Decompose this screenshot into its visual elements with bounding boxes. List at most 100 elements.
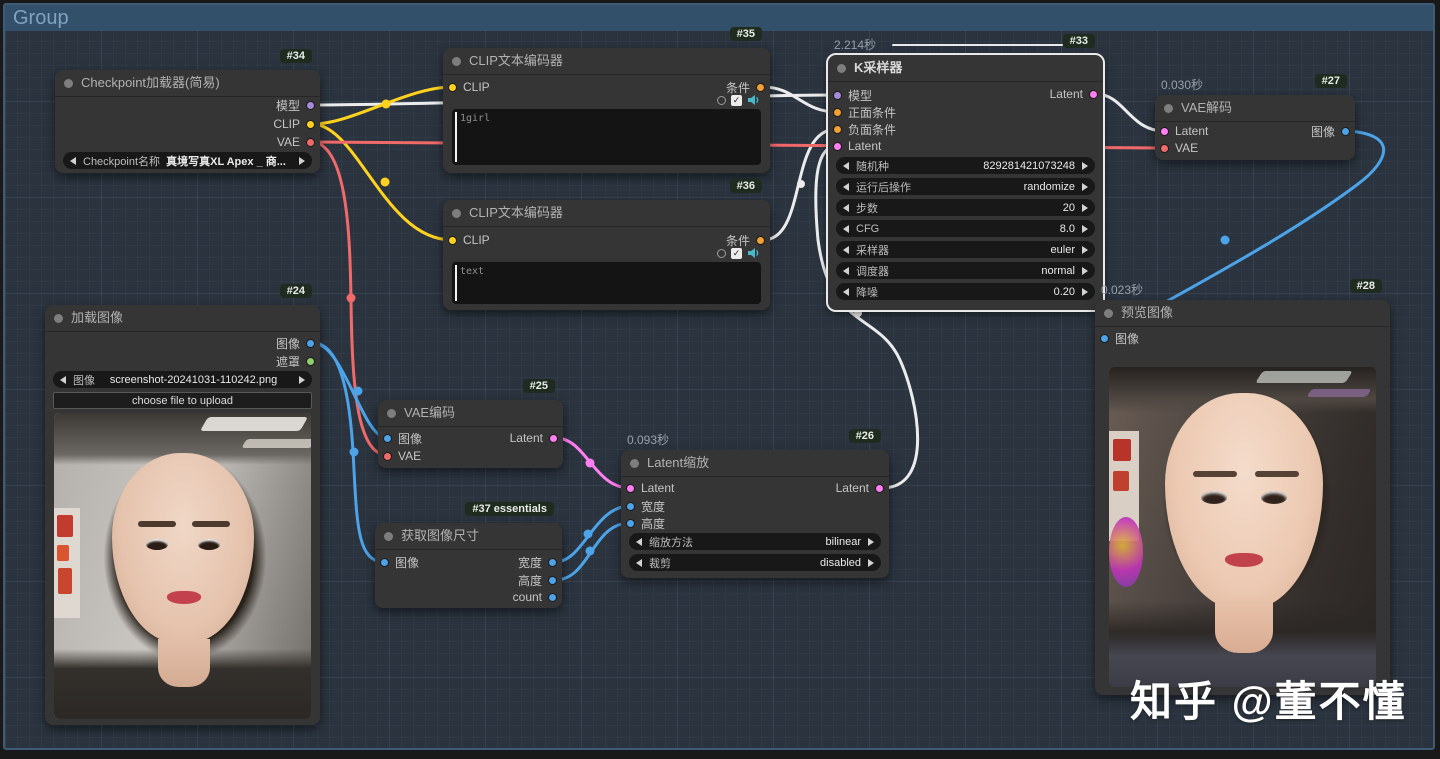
output-port-vae[interactable]: VAE	[277, 135, 315, 149]
denoise-widget[interactable]: 降噪 0.20	[836, 283, 1095, 300]
node-title[interactable]: 获取图像尺寸	[375, 523, 562, 550]
node-ksampler[interactable]: #33 2.214秒 K采样器 模型 正面条件 负面条件 Latent Late…	[826, 34, 1105, 312]
port-dot-conditioning[interactable]	[756, 235, 765, 245]
port-dot-conditioning[interactable]	[833, 107, 842, 117]
port-dot-image[interactable]	[380, 557, 389, 567]
port-dot-int[interactable]	[548, 557, 557, 567]
prompt-textarea[interactable]: text	[452, 262, 761, 304]
port-dot-vae[interactable]	[1160, 143, 1169, 153]
input-port-latent[interactable]: Latent	[626, 481, 674, 495]
node-title[interactable]: Checkpoint加载器(简易)	[55, 70, 320, 97]
node-load-image[interactable]: #24 加载图像 图像 遮罩 图像 screenshot-20241031-11…	[45, 284, 320, 725]
node-title[interactable]: Latent缩放	[621, 450, 889, 477]
input-port-image[interactable]: 图像	[383, 431, 422, 446]
port-dot-clip[interactable]	[306, 119, 315, 129]
decrement-arrow-icon[interactable]	[843, 161, 849, 170]
input-port-positive[interactable]: 正面条件	[833, 105, 896, 120]
port-dot-int[interactable]	[626, 501, 635, 511]
output-port-image[interactable]: 图像	[276, 336, 315, 351]
decrement-arrow-icon[interactable]	[70, 156, 76, 165]
collapse-dot-icon[interactable]	[630, 459, 639, 468]
increment-arrow-icon[interactable]	[1082, 182, 1088, 191]
port-dot-int[interactable]	[626, 518, 635, 528]
port-dot-model[interactable]	[306, 100, 315, 110]
node-title[interactable]: 预览图像	[1095, 300, 1390, 327]
node-graph-canvas[interactable]: Group #34 Checkpoint加载器(简易) 模型 CLIP VAE …	[0, 0, 1440, 759]
upscale-method-widget[interactable]: 缩放方法 bilinear	[629, 533, 881, 550]
increment-arrow-icon[interactable]	[299, 156, 305, 165]
node-preview-image[interactable]: #28 0.023秒 预览图像 图像	[1095, 279, 1390, 695]
output-port-latent[interactable]: Latent	[1050, 87, 1098, 101]
port-dot-image[interactable]	[306, 338, 315, 348]
node-vae-decode[interactable]: #27 0.030秒 VAE解码 Latent VAE 图像	[1155, 74, 1355, 160]
collapse-dot-icon[interactable]	[64, 79, 73, 88]
checkpoint-name-widget[interactable]: Checkpoint名称 真境写真XL Apex _ 商...	[63, 152, 312, 169]
collapse-dot-icon[interactable]	[384, 532, 393, 541]
collapse-dot-icon[interactable]	[1164, 104, 1173, 113]
port-dot-conditioning[interactable]	[833, 124, 842, 134]
speaker-icon[interactable]	[747, 94, 760, 106]
node-clip-encode-negative[interactable]: #36 CLIP文本编码器 CLIP 条件 ✓ text	[443, 179, 770, 310]
input-port-vae[interactable]: VAE	[383, 449, 421, 463]
increment-arrow-icon[interactable]	[1082, 203, 1088, 212]
port-dot-vae[interactable]	[306, 137, 315, 147]
port-dot-latent[interactable]	[1089, 89, 1098, 99]
output-port-latent[interactable]: Latent	[836, 481, 884, 495]
radio-icon[interactable]	[717, 95, 726, 105]
port-dot-int[interactable]	[548, 592, 557, 602]
increment-arrow-icon[interactable]	[868, 537, 874, 546]
collapse-dot-icon[interactable]	[452, 209, 461, 218]
decrement-arrow-icon[interactable]	[636, 558, 642, 567]
increment-arrow-icon[interactable]	[1082, 224, 1088, 233]
seed-widget[interactable]: 随机种 829281421073248	[836, 157, 1095, 174]
port-dot-vae[interactable]	[383, 451, 392, 461]
control-after-generate-widget[interactable]: 运行后操作 randomize	[836, 178, 1095, 195]
input-port-clip[interactable]: CLIP	[448, 233, 490, 247]
port-dot-mask[interactable]	[306, 356, 315, 366]
increment-arrow-icon[interactable]	[1082, 266, 1088, 275]
checkbox-checked-icon[interactable]: ✓	[731, 94, 742, 106]
output-port-model[interactable]: 模型	[276, 98, 315, 113]
collapse-dot-icon[interactable]	[54, 314, 63, 323]
node-get-image-size[interactable]: #37 essentials 获取图像尺寸 图像 宽度 高度 count	[375, 502, 562, 608]
output-port-latent[interactable]: Latent	[510, 431, 558, 445]
node-clip-encode-positive[interactable]: #35 CLIP文本编码器 CLIP 条件 ✓ 1girl	[443, 27, 770, 173]
output-port-count[interactable]: count	[513, 590, 557, 604]
port-dot-latent[interactable]	[549, 433, 558, 443]
decrement-arrow-icon[interactable]	[843, 224, 849, 233]
decrement-arrow-icon[interactable]	[60, 375, 66, 384]
translate-toolbar[interactable]: ✓	[717, 247, 760, 259]
input-port-image[interactable]: 图像	[380, 555, 419, 570]
port-dot-conditioning[interactable]	[756, 82, 765, 92]
node-checkpoint-loader[interactable]: #34 Checkpoint加载器(简易) 模型 CLIP VAE Checkp…	[55, 49, 320, 173]
port-dot-image[interactable]	[383, 433, 392, 443]
speaker-icon[interactable]	[747, 247, 760, 259]
node-title[interactable]: K采样器	[828, 55, 1103, 82]
output-port-conditioning[interactable]: 条件	[726, 233, 765, 248]
steps-widget[interactable]: 步数 20	[836, 199, 1095, 216]
port-dot-image[interactable]	[1100, 333, 1109, 343]
decrement-arrow-icon[interactable]	[843, 266, 849, 275]
input-port-latent[interactable]: Latent	[1160, 124, 1208, 138]
increment-arrow-icon[interactable]	[868, 558, 874, 567]
crop-widget[interactable]: 裁剪 disabled	[629, 554, 881, 571]
translate-toolbar[interactable]: ✓	[717, 94, 760, 106]
sampler-widget[interactable]: 采样器 euler	[836, 241, 1095, 258]
node-vae-encode[interactable]: #25 VAE编码 图像 VAE Latent	[378, 379, 563, 468]
output-port-height[interactable]: 高度	[518, 573, 557, 588]
port-dot-clip[interactable]	[448, 82, 457, 92]
output-port-width[interactable]: 宽度	[518, 555, 557, 570]
decrement-arrow-icon[interactable]	[843, 182, 849, 191]
decrement-arrow-icon[interactable]	[843, 203, 849, 212]
port-dot-latent[interactable]	[833, 141, 842, 151]
input-port-image[interactable]: 图像	[1100, 331, 1139, 346]
input-port-latent[interactable]: Latent	[833, 139, 881, 153]
group-titlebar[interactable]: Group	[5, 5, 1433, 31]
node-title[interactable]: 加载图像	[45, 305, 320, 332]
input-port-clip[interactable]: CLIP	[448, 80, 490, 94]
image-file-widget[interactable]: 图像 screenshot-20241031-110242.png	[53, 371, 312, 388]
radio-icon[interactable]	[717, 248, 726, 258]
cfg-widget[interactable]: CFG 8.0	[836, 220, 1095, 237]
generated-image-preview[interactable]	[1109, 367, 1376, 687]
checkbox-checked-icon[interactable]: ✓	[731, 247, 742, 259]
